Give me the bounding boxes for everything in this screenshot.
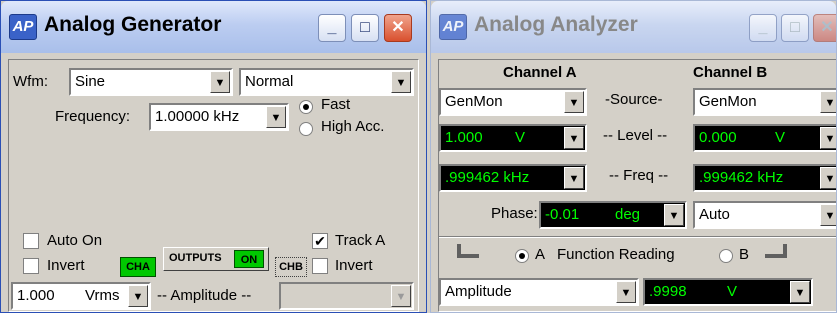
dropdown-arrow-icon[interactable]: ▼: [820, 204, 836, 226]
freq-a-readout[interactable]: .999462 kHz ▼: [439, 164, 587, 192]
dropdown-arrow-icon[interactable]: ▼: [128, 285, 148, 307]
function-a-label: A: [535, 246, 546, 263]
dropdown-arrow-icon[interactable]: ▼: [820, 91, 836, 113]
dropdown-arrow-icon[interactable]: ▼: [564, 91, 584, 113]
maximize-icon[interactable]: □: [351, 14, 379, 42]
amplitude-select[interactable]: 1.000 Vrms ▼: [11, 282, 151, 310]
close-icon[interactable]: ✕: [813, 14, 836, 42]
level-a-readout[interactable]: 1.000 V ▼: [439, 124, 587, 152]
generator-title-bar[interactable]: AP Analog Generator _ □ ✕: [1, 1, 426, 53]
minimize-icon[interactable]: _: [318, 14, 346, 42]
channel-a-header: Channel A: [503, 64, 577, 81]
invert-a-checkbox[interactable]: [23, 258, 39, 274]
track-a-checkbox[interactable]: ✔: [312, 233, 328, 249]
auto-on-checkbox[interactable]: [23, 233, 39, 249]
dropdown-arrow-icon[interactable]: ▼: [664, 204, 684, 226]
phase-mode-select[interactable]: Auto ▼: [693, 201, 836, 229]
track-a-label: Track A: [335, 232, 386, 249]
ap-logo-icon: AP: [439, 14, 467, 40]
bracket-right-icon: [765, 244, 787, 258]
phase-mode-value: Auto: [699, 206, 730, 223]
phase-label: Phase:: [491, 205, 538, 222]
function-b-radio[interactable]: [719, 249, 733, 263]
dropdown-arrow-icon[interactable]: ▼: [391, 71, 411, 93]
dropdown-arrow-icon[interactable]: ▼: [616, 281, 636, 303]
source-a-value: GenMon: [445, 93, 503, 110]
waveform-select[interactable]: Sine ▼: [69, 68, 233, 96]
dropdown-arrow-icon[interactable]: ▼: [266, 106, 286, 128]
source-a-select[interactable]: GenMon ▼: [439, 88, 587, 116]
frequency-label: Frequency:: [55, 108, 131, 125]
minimize-icon[interactable]: _: [749, 14, 777, 42]
phase-value: -0.01: [545, 206, 580, 223]
frequency-value: 1.00000 kHz: [155, 108, 240, 125]
maximize-icon[interactable]: □: [781, 14, 809, 42]
freq-label: -- Freq --: [609, 167, 669, 184]
dropdown-arrow-icon[interactable]: ▼: [790, 281, 810, 303]
dropdown-arrow-icon[interactable]: ▼: [820, 127, 836, 149]
outputs-on-indicator: ON: [234, 250, 264, 268]
freq-a-value: .999462 kHz: [445, 169, 530, 186]
fast-label: Fast: [321, 96, 351, 113]
source-label: -Source-: [605, 91, 663, 108]
close-icon[interactable]: ✕: [384, 14, 412, 42]
source-b-select[interactable]: GenMon ▼: [693, 88, 836, 116]
frequency-select[interactable]: 1.00000 kHz ▼: [149, 103, 289, 131]
bracket-left-icon: [457, 244, 479, 258]
function-value: .9998: [649, 283, 687, 300]
high-acc-radio[interactable]: [299, 122, 313, 136]
invert-b-label: Invert: [335, 257, 373, 274]
level-a-unit: V: [515, 129, 526, 146]
mode-value: Normal: [245, 73, 294, 90]
outputs-label: OUTPUTS: [169, 252, 222, 264]
amplitude-b-select: ▼: [279, 282, 414, 310]
function-unit: V: [727, 283, 738, 300]
analog-analyzer-window: AP Analog Analyzer _ □ ✕ Channel A Chann…: [430, 0, 837, 313]
analyzer-panel: Channel A Channel B GenMon ▼ -Source- Ge…: [438, 59, 836, 312]
analog-generator-window: AP Analog Generator _ □ ✕ Wfm: Sine ▼ No…: [0, 0, 427, 313]
waveform-value: Sine: [75, 73, 106, 90]
channel-b-header: Channel B: [693, 64, 768, 81]
function-b-label: B: [739, 246, 750, 263]
high-acc-label: High Acc.: [321, 118, 385, 135]
generator-panel: Wfm: Sine ▼ Normal ▼ Frequency: 1.00000 …: [8, 59, 419, 312]
amplitude-unit: Vrms: [85, 287, 120, 304]
cha-output-indicator[interactable]: CHA: [120, 257, 156, 277]
function-readout[interactable]: .9998 V ▼: [643, 278, 813, 306]
function-a-radio[interactable]: [515, 249, 529, 263]
level-b-readout[interactable]: 0.000 V ▼: [693, 124, 836, 152]
function-type-select[interactable]: Amplitude ▼: [439, 278, 639, 306]
level-label: -- Level --: [603, 127, 668, 144]
freq-b-readout[interactable]: .999462 kHz ▼: [693, 164, 836, 192]
invert-a-label: Invert: [47, 257, 85, 274]
phase-unit: deg: [615, 206, 641, 223]
ap-logo-icon: AP: [9, 14, 37, 40]
amplitude-value: 1.000: [17, 287, 55, 304]
amplitude-label: -- Amplitude --: [157, 287, 252, 304]
dropdown-arrow-icon[interactable]: ▼: [564, 127, 584, 149]
level-a-value: 1.000: [445, 129, 483, 146]
level-b-unit: V: [775, 129, 786, 146]
wfm-label: Wfm:: [13, 73, 48, 90]
fast-radio[interactable]: [299, 100, 313, 114]
analyzer-title: Analog Analyzer: [474, 13, 638, 36]
level-b-value: 0.000: [699, 129, 737, 146]
outputs-button[interactable]: OUTPUTS ON: [163, 247, 269, 271]
function-reading-label: Function Reading: [557, 246, 675, 263]
divider: [439, 236, 836, 238]
phase-readout[interactable]: -0.01 deg ▼: [539, 201, 687, 229]
dropdown-arrow-icon[interactable]: ▼: [820, 167, 836, 189]
function-type-value: Amplitude: [445, 283, 512, 300]
dropdown-arrow-icon: ▼: [391, 285, 411, 307]
freq-b-value: .999462 kHz: [699, 169, 784, 186]
auto-on-label: Auto On: [47, 232, 103, 249]
source-b-value: GenMon: [699, 93, 757, 110]
chb-output-indicator[interactable]: CHB: [275, 257, 307, 277]
mode-select[interactable]: Normal ▼: [239, 68, 414, 96]
dropdown-arrow-icon[interactable]: ▼: [564, 167, 584, 189]
analyzer-title-bar[interactable]: AP Analog Analyzer _ □ ✕: [431, 1, 836, 53]
generator-title: Analog Generator: [44, 13, 222, 36]
dropdown-arrow-icon[interactable]: ▼: [210, 71, 230, 93]
invert-b-checkbox[interactable]: [312, 258, 328, 274]
